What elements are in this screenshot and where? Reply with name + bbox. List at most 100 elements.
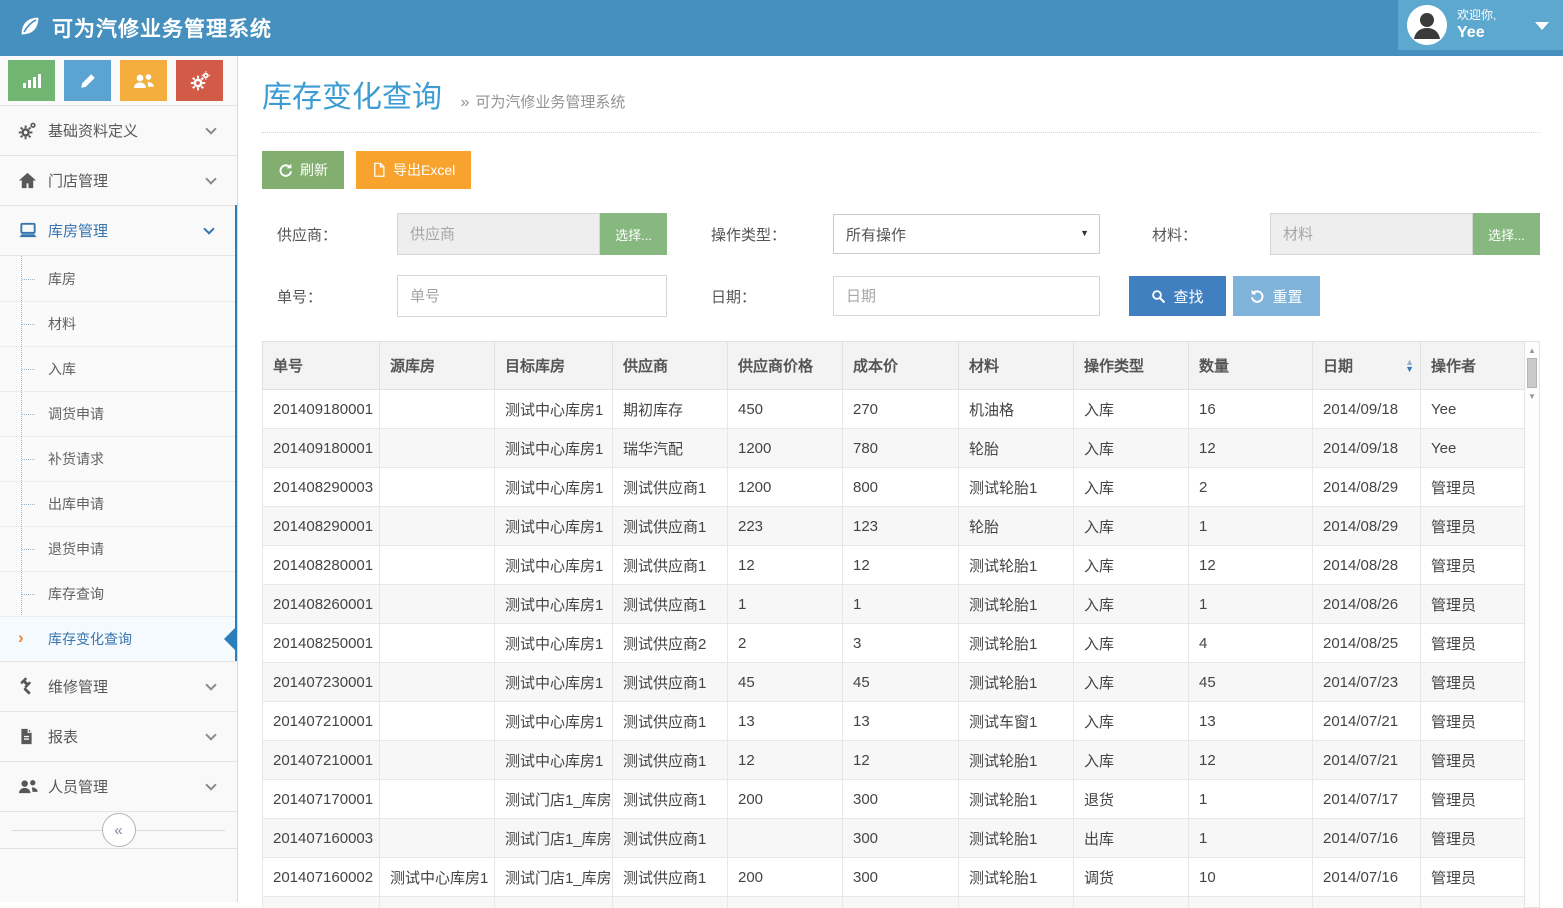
table-cell[interactable]: [380, 546, 495, 585]
settings-quick-button[interactable]: [176, 60, 223, 101]
table-cell[interactable]: 201407210001: [263, 702, 380, 741]
table-cell[interactable]: Yee: [1421, 390, 1525, 429]
table-cell[interactable]: 测试供应商1: [613, 468, 728, 507]
column-header-3[interactable]: 目标库房: [495, 342, 613, 390]
table-cell[interactable]: 轮胎: [959, 507, 1074, 546]
column-header-9[interactable]: 数量: [1189, 342, 1313, 390]
table-cell[interactable]: 入库: [1074, 390, 1189, 429]
table-cell[interactable]: [380, 780, 495, 819]
table-cell[interactable]: 201407160002: [263, 858, 380, 897]
table-cell[interactable]: 2014/09/18: [1313, 429, 1421, 468]
table-cell[interactable]: 入库: [1074, 546, 1189, 585]
table-cell[interactable]: 2014/07/21: [1313, 741, 1421, 780]
material-choose-button[interactable]: 选择...: [1473, 213, 1540, 255]
table-cell[interactable]: 调货: [1074, 858, 1189, 897]
edit-quick-button[interactable]: [64, 60, 111, 101]
table-cell[interactable]: 测试中心库房1: [495, 624, 613, 663]
table-cell[interactable]: 管理员: [1421, 468, 1525, 507]
column-header-10[interactable]: 日期▲▼: [1313, 342, 1421, 390]
scroll-up-icon[interactable]: ▲: [1525, 346, 1539, 355]
table-cell[interactable]: 测试轮胎1: [959, 663, 1074, 702]
table-cell[interactable]: 300: [843, 819, 959, 858]
date-input[interactable]: [833, 276, 1100, 316]
table-cell[interactable]: 201408250001: [263, 624, 380, 663]
table-cell[interactable]: 管理员: [1421, 780, 1525, 819]
table-cell[interactable]: 201408280001: [263, 546, 380, 585]
table-cell[interactable]: 测试供应商1: [613, 858, 728, 897]
sidebar-subitem-3[interactable]: 调货申请: [0, 391, 235, 436]
column-header-6[interactable]: 成本价: [843, 342, 959, 390]
table-cell[interactable]: 入库: [1074, 468, 1189, 507]
table-row[interactable]: 201409180001测试中心库房1期初库存450270机油格入库162014…: [263, 390, 1525, 429]
table-cell[interactable]: 测试门店1_库房1: [495, 780, 613, 819]
table-cell[interactable]: 1: [1189, 780, 1313, 819]
table-cell[interactable]: 入库: [1074, 429, 1189, 468]
table-cell[interactable]: 2014/09/18: [1313, 390, 1421, 429]
table-cell[interactable]: 201409180001: [263, 429, 380, 468]
column-header-1[interactable]: 单号: [263, 342, 380, 390]
table-cell[interactable]: [380, 624, 495, 663]
table-cell[interactable]: 管理员: [1421, 819, 1525, 858]
export-excel-button[interactable]: 导出Excel: [356, 151, 471, 189]
table-cell[interactable]: 测试中心库房1: [495, 663, 613, 702]
table-row[interactable]: 201407230001测试中心库房1测试供应商14545测试轮胎1入库4520…: [263, 663, 1525, 702]
table-cell[interactable]: 2014/07/21: [1313, 702, 1421, 741]
table-cell[interactable]: 管理员: [1421, 585, 1525, 624]
sidebar-subitem-2[interactable]: 入库: [0, 346, 235, 391]
sidebar-item-reports[interactable]: 报表: [0, 711, 237, 761]
table-cell[interactable]: 测试供应商2: [613, 624, 728, 663]
sidebar-subitem-7[interactable]: 库存查询: [0, 571, 235, 616]
table-row[interactable]: 201408280001测试中心库房1测试供应商11212测试轮胎1入库1220…: [263, 546, 1525, 585]
table-cell[interactable]: [380, 429, 495, 468]
table-cell[interactable]: 测试中心库房1: [495, 585, 613, 624]
table-cell[interactable]: 450: [728, 390, 843, 429]
sidebar-subitem-0[interactable]: 库房: [0, 256, 235, 301]
sidebar-item-personnel[interactable]: 人员管理: [0, 761, 237, 811]
user-menu[interactable]: 欢迎你, Yee: [1398, 0, 1563, 50]
table-cell[interactable]: 测试中心库房1: [495, 429, 613, 468]
material-input[interactable]: [1270, 213, 1473, 255]
table-cell[interactable]: 测试中心库房1: [495, 390, 613, 429]
table-cell[interactable]: 45: [728, 663, 843, 702]
search-button[interactable]: 查找: [1129, 276, 1226, 316]
table-cell[interactable]: 测试轮胎1: [959, 858, 1074, 897]
table-cell[interactable]: 测试中心库房1: [495, 702, 613, 741]
table-cell[interactable]: 测试供应商1: [613, 741, 728, 780]
table-cell[interactable]: 201408290003: [263, 468, 380, 507]
table-row[interactable]: 201407210001测试中心库房1测试供应商11212测试轮胎1入库1220…: [263, 741, 1525, 780]
table-cell[interactable]: 10: [1189, 858, 1313, 897]
sort-icons[interactable]: ▲▼: [1405, 359, 1414, 373]
table-cell[interactable]: 测试轮胎1: [959, 624, 1074, 663]
table-row[interactable]: 201407210001测试中心库房1测试供应商11313测试车窗1入库1320…: [263, 702, 1525, 741]
column-header-5[interactable]: 供应商价格: [728, 342, 843, 390]
table-cell[interactable]: 测试轮胎1: [959, 585, 1074, 624]
sidebar-subitem-6[interactable]: 退货申请: [0, 526, 235, 571]
table-cell[interactable]: 780: [843, 429, 959, 468]
table-cell[interactable]: 201407210001: [263, 741, 380, 780]
table-cell[interactable]: 16: [1189, 390, 1313, 429]
table-cell[interactable]: 12: [728, 546, 843, 585]
table-cell[interactable]: 管理员: [1421, 858, 1525, 897]
table-cell[interactable]: 12: [1189, 741, 1313, 780]
table-cell[interactable]: 1: [728, 585, 843, 624]
table-cell[interactable]: 退货: [1074, 780, 1189, 819]
table-cell[interactable]: 测试轮胎1: [959, 741, 1074, 780]
table-cell[interactable]: 201407230001: [263, 663, 380, 702]
reset-button[interactable]: 重置: [1233, 276, 1320, 316]
table-cell[interactable]: 入库: [1074, 741, 1189, 780]
table-cell[interactable]: 201408290001: [263, 507, 380, 546]
table-cell[interactable]: 1: [1189, 585, 1313, 624]
table-cell[interactable]: 45: [1189, 663, 1313, 702]
table-cell[interactable]: 测试门店1_库房1: [495, 858, 613, 897]
supplier-choose-button[interactable]: 选择...: [600, 213, 667, 255]
table-row[interactable]: 201408290001测试中心库房1测试供应商1223123轮胎入库12014…: [263, 507, 1525, 546]
table-row[interactable]: 201407170001测试门店1_库房1测试供应商1200300测试轮胎1退货…: [263, 780, 1525, 819]
table-cell[interactable]: 管理员: [1421, 741, 1525, 780]
table-row[interactable]: 201407160003测试门店1_库房1测试供应商1300测试轮胎1出库120…: [263, 819, 1525, 858]
table-cell[interactable]: 270: [843, 390, 959, 429]
table-cell[interactable]: 测试供应商1: [613, 819, 728, 858]
table-cell[interactable]: 2014/08/28: [1313, 546, 1421, 585]
table-cell[interactable]: 测试中心库房1: [495, 468, 613, 507]
table-cell[interactable]: [380, 468, 495, 507]
table-cell[interactable]: 测试轮胎1: [959, 546, 1074, 585]
